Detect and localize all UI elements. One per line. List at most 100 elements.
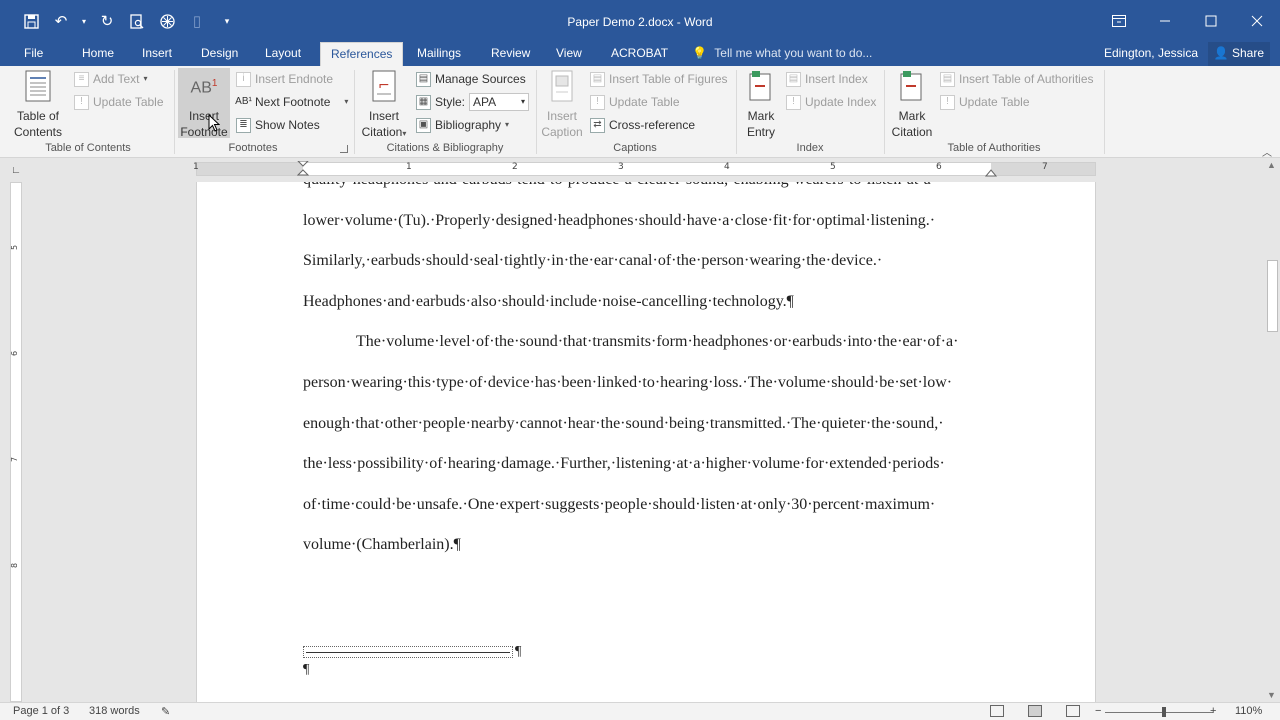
document-line: enough·that·other·people·nearby·cannot·h… — [303, 414, 944, 432]
mark-citation-icon — [895, 68, 929, 104]
manage-sources-icon: ▤ — [416, 71, 431, 87]
zoom-out-icon[interactable]: − — [1095, 705, 1101, 717]
read-mode-icon[interactable] — [990, 705, 1004, 717]
cross-reference-icon: ⇄ — [590, 117, 605, 133]
group-label-captions: Captions — [613, 142, 657, 154]
update-table-icon: ! — [74, 94, 89, 110]
scroll-down-icon[interactable]: ▼ — [1267, 690, 1276, 700]
show-notes-button[interactable]: ≣ Show Notes — [236, 115, 320, 135]
update-index-button[interactable]: ! Update Index — [786, 92, 876, 112]
ruler-number: 3 — [618, 162, 624, 172]
group-divider — [1104, 70, 1105, 154]
insert-footnote-button[interactable]: AB1 Insert Footnote — [178, 68, 230, 139]
endnote-icon: i — [236, 71, 251, 87]
tab-acrobat[interactable]: ACROBAT — [601, 42, 678, 66]
style-label: Style: — [435, 95, 466, 109]
document-page[interactable]: quality·headphones·and·earbuds·tend·to·p… — [196, 182, 1096, 702]
right-indent-marker-icon[interactable] — [985, 167, 997, 177]
group-label-footnotes: Footnotes — [228, 142, 278, 154]
citation-style-dropdown[interactable]: APA ▾ — [469, 93, 530, 111]
bibliography-label: Bibliography — [435, 118, 502, 132]
group-label-citations: Citations & Bibliography — [386, 142, 504, 154]
style-selector: ▦ Style: APA ▾ — [416, 92, 530, 112]
maximize-icon[interactable] — [1188, 0, 1234, 42]
document-line: The·volume·level·of·the·sound·that·trans… — [356, 333, 959, 351]
ribbon-display-icon[interactable] — [1096, 0, 1142, 42]
insert-caption-icon — [545, 68, 579, 104]
manage-sources-button[interactable]: ▤ Manage Sources — [416, 69, 526, 89]
user-name[interactable]: Edington, Jessica — [1104, 42, 1198, 66]
minimize-icon[interactable] — [1142, 0, 1188, 42]
window-title: Paper Demo 2.docx - Word — [567, 15, 713, 29]
proofing-icon[interactable]: ✎ — [161, 705, 170, 718]
tab-mailings[interactable]: Mailings — [407, 42, 471, 66]
bibliography-icon: ▣ — [416, 117, 431, 133]
footnote-mark: ¶ — [303, 662, 310, 677]
next-footnote-button[interactable]: AB¹ Next Footnote ▾ — [235, 92, 348, 112]
tab-home[interactable]: Home — [72, 42, 124, 66]
tab-design[interactable]: Design — [191, 42, 248, 66]
mark-citation-button[interactable]: Mark Citation — [888, 68, 936, 140]
update-toa-label: Update Table — [959, 95, 1030, 109]
share-button[interactable]: 👤 Share — [1207, 42, 1270, 66]
document-line: person·wearing·this·type·of·device·has·b… — [303, 373, 953, 391]
footnotes-dialog-launcher-icon[interactable] — [340, 145, 348, 153]
vertical-scrollbar[interactable]: ▲ ▼ — [1264, 158, 1280, 702]
document-body[interactable]: quality·headphones·and·earbuds·tend·to·p… — [303, 182, 1003, 566]
tell-me-box[interactable]: 💡 Tell me what you want to do... — [692, 42, 872, 66]
mark-entry-button[interactable]: Mark Entry — [740, 68, 782, 140]
horizontal-ruler[interactable]: 1 1 2 3 4 5 6 7 — [193, 161, 1096, 177]
tab-view[interactable]: View — [546, 42, 592, 66]
ruler-number: 5 — [830, 162, 836, 172]
footnote-separator — [303, 646, 513, 658]
update-table-toc-button[interactable]: ! Update Table — [74, 92, 164, 112]
add-text-button[interactable]: ≡ Add Text ▾ — [74, 69, 148, 89]
insert-index-icon: ▤ — [786, 71, 801, 87]
vertical-ruler-number: 5 — [10, 244, 20, 251]
table-of-contents-button[interactable]: Table of Contents — [8, 68, 68, 140]
tab-layout[interactable]: Layout — [255, 42, 311, 66]
tab-review[interactable]: Review — [481, 42, 540, 66]
insert-index-button[interactable]: ▤ Insert Index — [786, 69, 868, 89]
page-count[interactable]: Page 1 of 3 — [13, 705, 69, 717]
scrollbar-thumb[interactable] — [1267, 260, 1278, 332]
insert-table-of-authorities-button[interactable]: ▤ Insert Table of Authorities — [940, 69, 1094, 89]
document-line: volume·(Chamberlain).¶ — [303, 536, 461, 554]
group-divider — [736, 70, 737, 154]
insert-endnote-button[interactable]: i Insert Endnote — [236, 69, 333, 89]
print-layout-icon[interactable] — [1028, 705, 1042, 717]
web-layout-icon[interactable] — [1066, 705, 1080, 717]
update-table-toc-label: Update Table — [93, 95, 164, 109]
indent-marker-icon[interactable] — [297, 161, 309, 177]
word-count[interactable]: 318 words — [89, 705, 140, 717]
zoom-slider-thumb[interactable] — [1162, 707, 1167, 717]
tab-references[interactable]: References — [320, 42, 404, 66]
close-icon[interactable] — [1234, 0, 1280, 42]
add-text-label: Add Text — [93, 72, 140, 86]
status-bar: Page 1 of 3 318 words ✎ − + 110% — [0, 702, 1280, 720]
update-table-figures-button[interactable]: ! Update Table — [590, 92, 680, 112]
tab-insert[interactable]: Insert — [132, 42, 182, 66]
ruler-number: 2 — [512, 162, 518, 172]
lightbulb-icon: 💡 — [692, 46, 707, 60]
next-footnote-icon: AB¹ — [235, 96, 252, 107]
tab-file[interactable]: File — [14, 42, 53, 66]
cross-reference-button[interactable]: ⇄ Cross-reference — [590, 115, 695, 135]
bibliography-button[interactable]: ▣ Bibliography ▾ — [416, 115, 509, 135]
update-table-figures-icon: ! — [590, 94, 605, 110]
zoom-slider[interactable] — [1105, 712, 1213, 713]
insert-citation-button[interactable]: ⌐ Insert Citation▾ — [358, 68, 410, 142]
tab-selector-icon[interactable]: ∟ — [8, 162, 24, 178]
scroll-up-icon[interactable]: ▲ — [1267, 160, 1276, 170]
insert-caption-button[interactable]: Insert Caption — [538, 68, 586, 140]
mouse-cursor-icon — [208, 114, 220, 132]
zoom-in-icon[interactable]: + — [1210, 705, 1216, 717]
collapse-ribbon-icon[interactable]: ︿ — [1262, 144, 1272, 159]
vertical-ruler[interactable]: 5 6 7 8 — [10, 182, 22, 702]
insert-table-of-figures-button[interactable]: ▤ Insert Table of Figures — [590, 69, 728, 89]
ruler-left-margin — [197, 163, 303, 175]
update-table-authorities-button[interactable]: ! Update Table — [940, 92, 1030, 112]
document-line: of·time·could·be·unsafe.·One·expert·sugg… — [303, 495, 936, 513]
zoom-level[interactable]: 110% — [1235, 705, 1262, 717]
vertical-ruler-number: 8 — [10, 562, 20, 569]
